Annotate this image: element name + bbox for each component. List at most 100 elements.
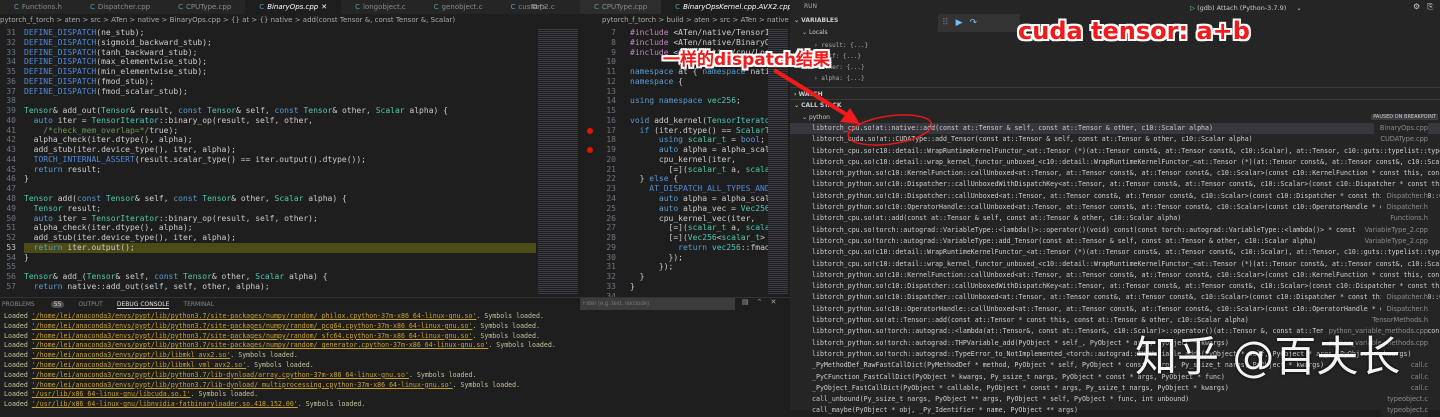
code-line[interactable]: return native::add_out(self, self, other… <box>24 282 536 292</box>
code-line[interactable]: [=](scalar_t a, scalar_t b) -> scalar_t … <box>630 165 768 175</box>
code-line[interactable]: /*check_mem_overlap=*/true); <box>24 126 536 136</box>
code-line[interactable] <box>24 96 536 106</box>
breakpoint-gutter[interactable] <box>584 28 596 296</box>
console-path-link[interactable]: '/home/lei/anaconda3/envs/pypt/lib/libmk… <box>32 351 231 359</box>
code-line[interactable]: cpu_kernel(iter, <box>630 155 768 165</box>
call-stack-frame[interactable]: libtorch_cpu.so!c10::detail::wrap_kernel… <box>790 157 1440 168</box>
tab-binaryops-cpp[interactable]: C BinaryOps.cpp ✕ <box>245 0 342 14</box>
code-line[interactable] <box>24 262 536 272</box>
call-stack-frame[interactable]: libtorch_python.so!c10::OperatorHandle::… <box>790 202 1440 214</box>
code-line[interactable]: return result; <box>24 165 536 175</box>
code-line[interactable]: DEFINE_DISPATCH(sigmoid_backward_stub); <box>24 38 536 48</box>
code-line[interactable]: namespace { <box>630 77 768 87</box>
console-path-link[interactable]: '/home/lei/anaconda3/envs/pypt/lib/pytho… <box>32 381 453 389</box>
code-line[interactable]: alpha_check(iter.dtype(), alpha); <box>24 223 536 233</box>
console-filter-input[interactable] <box>580 298 735 310</box>
code-line[interactable]: TORCH_INTERNAL_ASSERT(result.scalar_type… <box>24 155 536 165</box>
code-line[interactable]: #include <ATen/native/TensorIterator.h> <box>630 28 768 38</box>
call-stack-frame[interactable]: libtorch_cpu.so!torch::autograd::Variabl… <box>790 235 1440 248</box>
gear-icon[interactable]: ⚙ <box>1413 2 1420 11</box>
call-stack-frame[interactable]: libtorch_cpu.so!torch::autograd::Variabl… <box>790 224 1440 236</box>
code-line[interactable]: [=](scalar_t a, scalar_t b) -> scalar_t … <box>630 223 768 233</box>
console-path-link[interactable]: '/home/lei/anaconda3/envs/pypt/lib/pytho… <box>32 322 473 330</box>
call-stack-frame[interactable]: libtorch_python.so!c10::KernelFunction::… <box>790 168 1440 179</box>
code-line[interactable] <box>630 292 768 296</box>
code-line[interactable]: Tensor& add_(Tensor& self, const Tensor&… <box>24 272 536 282</box>
tab-longobject-c[interactable]: Clongobject.c <box>341 0 420 14</box>
code-line[interactable]: }); <box>630 253 768 263</box>
code-line[interactable]: Tensor add(const Tensor& self, const Ten… <box>24 194 536 204</box>
console-path-link[interactable]: '/home/lei/anaconda3/envs/pypt/lib/pytho… <box>32 371 409 379</box>
tab-objec[interactable]: Cobjec <box>569 0 580 14</box>
code-line[interactable]: add_stub(iter.device_type(), iter, alpha… <box>24 145 536 155</box>
console-path-link[interactable]: '/home/lei/anaconda3/envs/pypt/lib/pytho… <box>32 312 477 320</box>
panel-tab-problems[interactable]: PROBLEMS <box>2 301 35 308</box>
code-line[interactable]: cpu_kernel_vec(iter, <box>630 214 768 224</box>
code-line[interactable]: DEFINE_DISPATCH(fmod_stub); <box>24 77 536 87</box>
code-line[interactable]: alpha_check(iter.dtype(), alpha); <box>24 135 536 145</box>
debug-console-icon[interactable]: ⎘ <box>1427 2 1433 12</box>
console-path-link[interactable]: '/usr/lib/x86_64-linux-gnu/libnvidia-fat… <box>32 400 298 408</box>
code-line[interactable] <box>630 87 768 97</box>
panel-tab-terminal[interactable]: TERMINAL <box>183 301 214 308</box>
call-stack-frame[interactable]: libtorch_python.so!c10::KernelFunction::… <box>790 270 1440 281</box>
code-line[interactable]: AT_DISPATCH_ALL_TYPES_AND_COMPLEX_AND2(k… <box>630 184 768 194</box>
tab-cputype-cpp[interactable]: C CPUType.cpp <box>164 0 245 14</box>
drag-handle-icon[interactable]: ⠿ <box>942 18 949 28</box>
code-line[interactable]: DEFINE_DISPATCH(ne_stub); <box>24 28 536 38</box>
console-path-link[interactable]: '/home/lei/anaconda3/envs/pypt/lib/libmk… <box>32 361 246 369</box>
close-icon[interactable]: ✕ <box>321 0 327 14</box>
run-icon[interactable]: ▷ <box>540 2 546 11</box>
clear-console-icon[interactable]: ▤ <box>742 298 749 306</box>
call-stack-frame[interactable]: libtorch_python.so!c10::Dispatcher::call… <box>790 292 1440 304</box>
code-editor-binaryops[interactable]: DEFINE_DISPATCH(ne_stub); DEFINE_DISPATCH… <box>24 28 536 296</box>
start-debug-icon[interactable]: ▷ <box>1190 4 1195 12</box>
call-stack-frame[interactable]: call_unbound(Py_ssize_t nargs, PyObject … <box>790 394 1440 406</box>
code-line[interactable]: if (iter.dtype() == ScalarType::Bool) { <box>630 126 768 136</box>
code-line[interactable]: auto iter = TensorIterator::binary_op(re… <box>24 116 536 126</box>
code-line[interactable]: auto alpha = alpha_scalar.to<scalar_t>()… <box>630 194 768 204</box>
code-line[interactable]: using scalar_t = bool; <box>630 135 768 145</box>
call-stack-frame[interactable]: libtorch_cpu.so!at::add(const at::Tensor… <box>790 213 1440 225</box>
code-line[interactable]: auto alpha = alpha_scalar.to<scalar_t>()… <box>630 145 768 155</box>
call-stack-frame[interactable]: call_maybe(PyObject * obj, _Py_Identifie… <box>790 405 1440 417</box>
breakpoint-icon[interactable] <box>587 127 593 134</box>
code-line[interactable] <box>24 184 536 194</box>
console-path-link[interactable]: '/home/lei/anaconda3/envs/pypt/lib/pytho… <box>32 332 473 340</box>
code-line[interactable]: Tensor result; <box>24 204 536 214</box>
call-stack-frame[interactable]: _PyObject_FastCallDict(PyObject * callab… <box>790 382 1440 395</box>
code-line[interactable]: DEFINE_DISPATCH(tanh_backward_stub); <box>24 48 536 58</box>
code-line[interactable] <box>630 106 768 116</box>
code-line[interactable]: auto iter = TensorIterator::binary_op(re… <box>24 214 536 224</box>
code-line[interactable]: DEFINE_DISPATCH(min_elementwise_stub); <box>24 67 536 77</box>
breadcrumb[interactable]: pytorch_f_torch > aten > src > ATen > na… <box>0 14 560 27</box>
tab-genobject-c[interactable]: Cgenobject.c <box>420 0 497 14</box>
close-panel-icon[interactable]: ✕ <box>771 298 777 306</box>
console-path-link[interactable]: '/usr/lib/x86_64-linux-gnu/libcuda.so.1' <box>32 390 191 398</box>
call-stack-frame[interactable]: libtorch_python.so!c10::OperatorHandle::… <box>790 303 1440 316</box>
locals-scope[interactable]: ⌄ Locals <box>802 29 828 36</box>
code-line[interactable]: DEFINE_DISPATCH(fmod_scalar_stub); <box>24 87 536 97</box>
continue-icon[interactable]: ▶ <box>956 18 963 28</box>
code-line[interactable]: } <box>24 253 536 263</box>
debug-config-select[interactable]: ▷ (gdb) Attach (Python-3.7.9) ⌄ <box>1190 2 1360 15</box>
code-line[interactable]: [=](Vec256<scalar_t> a, Vec256<scalar_t>… <box>630 233 768 243</box>
code-line[interactable]: } <box>630 282 768 292</box>
call-stack-frame[interactable]: libtorch_python.so!c10::Dispatcher::call… <box>790 281 1440 292</box>
code-line[interactable]: auto alpha_vec = Vec256<scalar_t>(alpha)… <box>630 204 768 214</box>
tab-dispatcher-cpp[interactable]: C Dispatcher.cpp <box>76 0 164 14</box>
code-line[interactable]: add_stub(iter.device_type(), iter, alpha… <box>24 233 536 243</box>
tab-binaryopskernel-cpp-avx2-cpp[interactable]: CBinaryOpsKernel.cpp.AVX2.cpp✕ <box>661 0 790 14</box>
code-line[interactable]: using namespace vec256; <box>630 96 768 106</box>
code-line[interactable]: } <box>24 174 536 184</box>
tab-functions-h[interactable]: C Functions.h <box>0 0 76 14</box>
tab-cputype-cpp[interactable]: C CPUType.cpp <box>580 0 661 14</box>
panel-tab-output[interactable]: OUTPUT <box>78 301 102 308</box>
code-line[interactable]: } else { <box>630 174 768 184</box>
code-line[interactable]: }); <box>630 262 768 272</box>
code-line[interactable]: void add_kernel(TensorIterator& iter, Sc… <box>630 116 768 126</box>
code-line[interactable]: Tensor& add_out(Tensor& result, const Te… <box>24 106 536 116</box>
debug-console-output[interactable]: Loaded '/home/lei/anaconda3/envs/pypt/li… <box>4 312 556 410</box>
console-path-link[interactable]: '/home/lei/anaconda3/envs/pypt/lib/pytho… <box>32 341 489 349</box>
call-stack-frame[interactable]: libtorch_python.so!c10::Dispatcher::call… <box>790 190 1440 203</box>
